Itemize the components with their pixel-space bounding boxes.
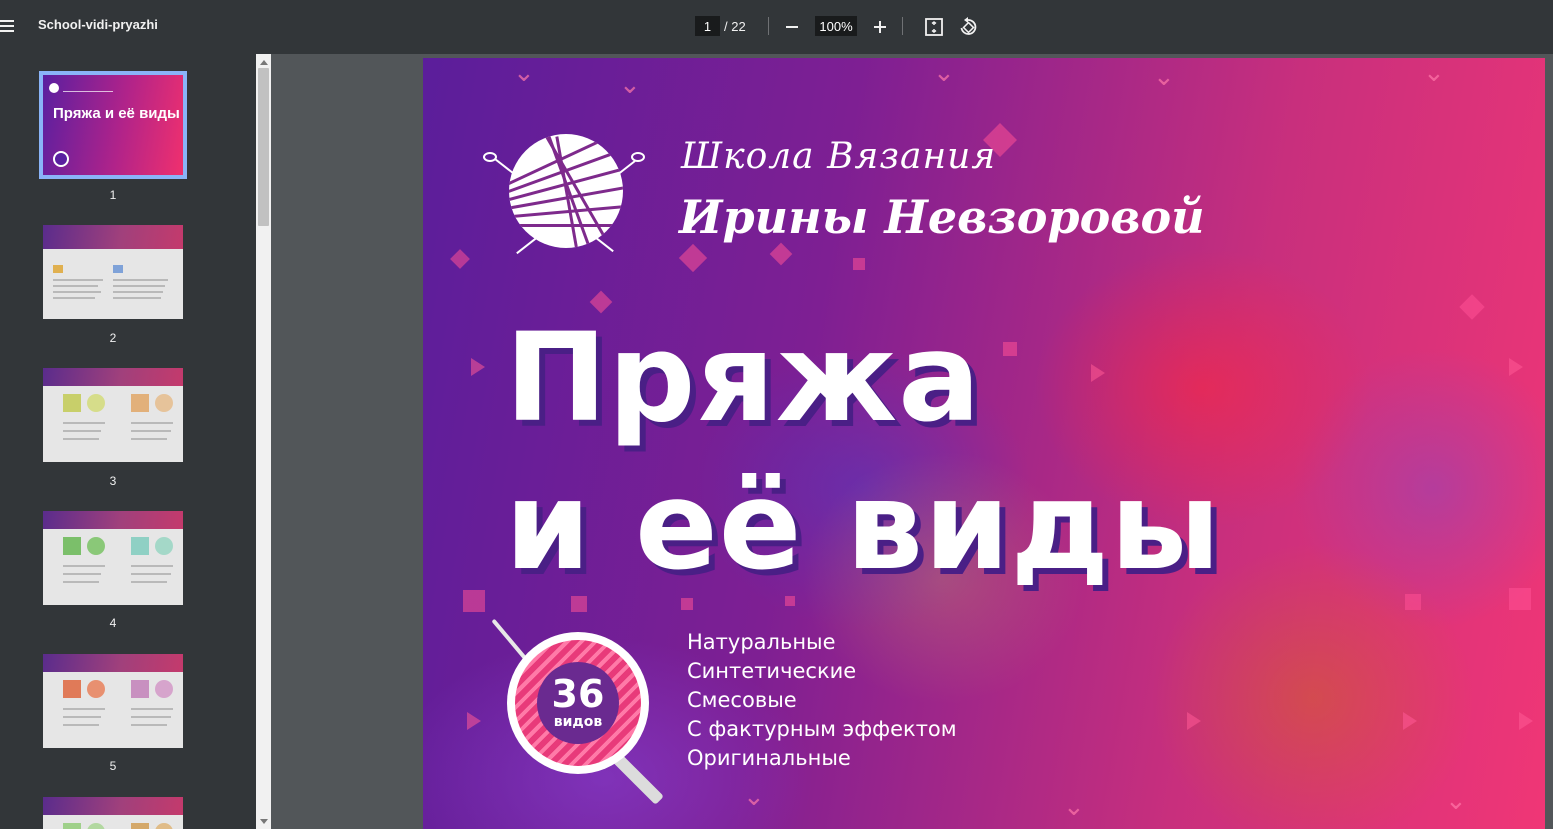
thumbnail-page-6[interactable] (43, 797, 183, 829)
thumbnail-page-2[interactable] (43, 225, 183, 319)
yarn-ball-logo-icon (509, 134, 623, 248)
thumbnail-number: 2 (109, 331, 117, 345)
thumbnail-number: 1 (109, 188, 117, 202)
list-item: Натуральные (687, 630, 836, 654)
thumbnail-page-4[interactable] (43, 511, 183, 605)
page-total: / 22 (724, 19, 746, 34)
toolbar-divider (768, 17, 769, 35)
school-title: Школа Вязания (681, 136, 997, 177)
thumbnail-number: 4 (109, 616, 117, 630)
thumbnail-number: 3 (109, 474, 117, 488)
cover-title: Пряжа и её виды (505, 304, 1221, 600)
page-number-input[interactable] (695, 16, 720, 36)
scroll-thumb[interactable] (258, 68, 269, 226)
thumbnail-caption: Пряжа и её виды (53, 105, 180, 122)
cover-title-line-1: Пряжа (505, 307, 982, 449)
count-badge: 36 видов (507, 632, 649, 774)
yarn-types-list: Натуральные Синтетические Смесовые С фак… (687, 628, 957, 773)
scroll-down-arrow-icon[interactable] (260, 819, 268, 824)
plus-icon[interactable] (871, 17, 889, 37)
list-item: Синтетические (687, 659, 857, 683)
list-item: Смесовые (687, 688, 797, 712)
thumbnail-number: 5 (109, 759, 117, 773)
school-name: Ирины Невзоровой (679, 190, 1205, 244)
badge-number: 36 (551, 672, 605, 716)
badge-label: видов (553, 714, 603, 730)
fit-page-icon[interactable] (924, 17, 944, 37)
list-item: Оригинальные (687, 746, 851, 770)
list-item: С фактурным эффектом (687, 717, 957, 741)
toolbar-divider (902, 17, 903, 35)
document-page: ⌄ ⌄ ⌄ ⌄ ⌄ ⌄ ⌄ ⌄ Школа Вязания Ирины Невз… (423, 58, 1545, 829)
thumbnail-scrollbar[interactable] (256, 54, 271, 829)
zoom-input[interactable] (815, 16, 857, 36)
thumbnail-page-5[interactable] (43, 654, 183, 748)
minus-icon[interactable] (783, 17, 801, 37)
thumbnail-page-1[interactable]: Пряжа и её виды (39, 71, 187, 179)
thumbnail-sidebar: Пряжа и её виды 1 2 3 4 5 (0, 54, 271, 829)
thumbnail-page-3[interactable] (43, 368, 183, 462)
viewer-toolbar: School-vidi-pryazhi / 22 (0, 0, 1553, 54)
rotate-icon[interactable] (958, 16, 978, 36)
menu-icon[interactable] (0, 17, 18, 37)
cover-title-line-2: и её виды (505, 455, 1222, 597)
document-title: School-vidi-pryazhi (38, 17, 158, 32)
scroll-up-arrow-icon[interactable] (260, 60, 268, 65)
